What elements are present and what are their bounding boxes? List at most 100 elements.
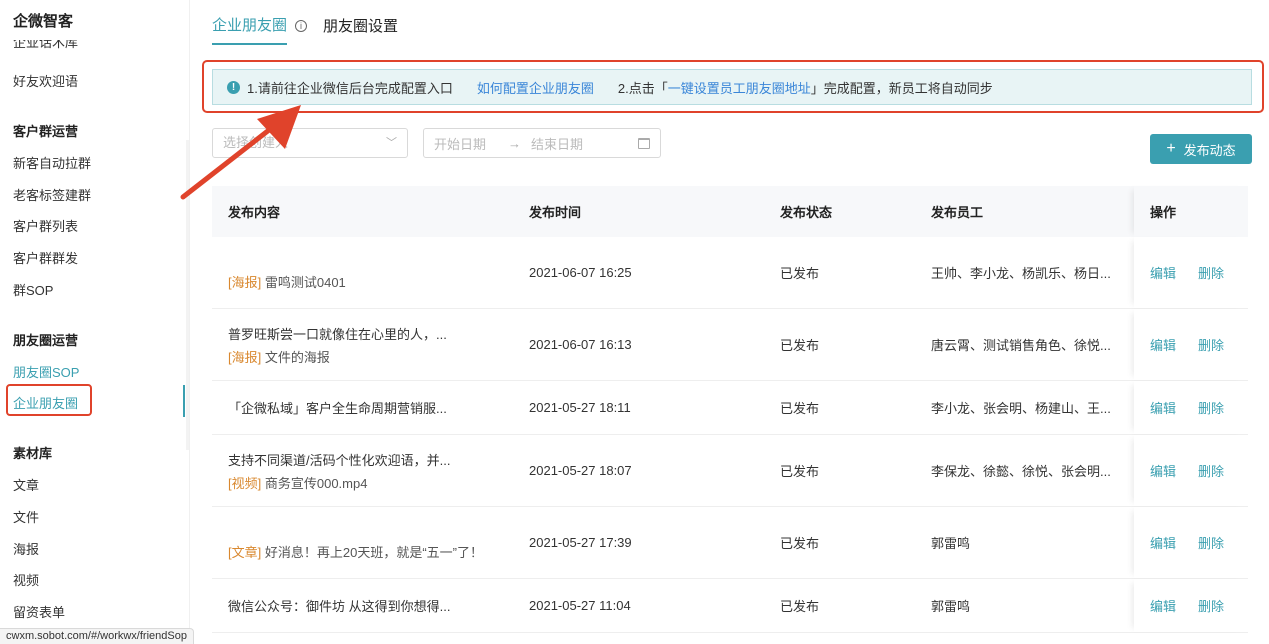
delete-button[interactable]: 删除 (1198, 461, 1224, 480)
table-row: [海报] 雷鸣测试0401 2021-06-07 16:25 已发布 王帅、李小龙、杨… (212, 237, 1248, 309)
publish-status: 已发布 (780, 338, 820, 353)
sidebar-item-posters[interactable]: 海报 (13, 539, 39, 558)
table-row: 普罗旺斯尝一口就像住在心里的人，... [海报] 文件的海报 2021-06-07 … (212, 309, 1248, 381)
post-attachment: 雷鸣测试0401 (264, 275, 346, 290)
sidebar-group-title: 客户群运营 (13, 124, 79, 139)
edit-button[interactable]: 编辑 (1150, 461, 1176, 480)
table-row: 「企微私域」客户全生命周期营销服... 2021-05-27 18:11 已发布 李小… (212, 381, 1248, 435)
column-header: 操作 (1134, 186, 1248, 237)
publish-staff: 郭雷鸣 (931, 536, 971, 551)
publish-time: 2021-06-07 16:25 (529, 265, 632, 280)
edit-button[interactable]: 编辑 (1150, 263, 1176, 282)
table-row: 支持不同渠道/活码个性化欢迎语，并... [视频] 商务宣传000.mp4 2021… (212, 435, 1248, 507)
start-date-input[interactable]: 开始日期 (434, 134, 486, 153)
edit-button[interactable]: 编辑 (1150, 398, 1176, 417)
sidebar-item-welcome[interactable]: 好友欢迎语 (13, 71, 78, 90)
sidebar-item-tag-group[interactable]: 老客标签建群 (13, 185, 91, 204)
sidebar-item-lead-forms[interactable]: 留资表单 (13, 602, 65, 621)
publish-staff: 李保龙、徐懿、徐悦、张会明... (931, 464, 1111, 479)
edit-button[interactable]: 编辑 (1150, 335, 1176, 354)
publish-staff: 唐云霄、测试销售角色、徐悦... (931, 338, 1111, 353)
info-icon[interactable]: i (295, 19, 308, 32)
row-actions: 编辑 删除 (1134, 579, 1248, 632)
sidebar-item-moments-sop[interactable]: 朋友圈SOP (13, 362, 79, 381)
end-date-input[interactable]: 结束日期 (531, 134, 583, 153)
publish-staff: 郭雷鸣 (931, 599, 971, 614)
active-indicator (183, 385, 185, 417)
publish-status: 已发布 (780, 401, 820, 416)
tab-enterprise-moments[interactable]: 企业朋友圈 (212, 14, 288, 45)
column-header: 发布内容 (228, 205, 281, 220)
table-row: [文章] 好消息！再上20天班，就是“五一”了！ 2021-05-27 17:39… (212, 507, 1248, 579)
delete-button[interactable]: 删除 (1198, 335, 1224, 354)
sidebar-item-videos[interactable]: 视频 (13, 570, 39, 589)
column-header: 发布状态 (780, 205, 833, 220)
post-content: [文章] 好消息！再上20天班，就是“五一”了！ (212, 524, 529, 561)
delete-button[interactable]: 删除 (1198, 398, 1224, 417)
post-content: 支持不同渠道/活码个性化欢迎语，并... [视频] 商务宣传000.mp4 (212, 450, 529, 492)
edit-button[interactable]: 编辑 (1150, 596, 1176, 615)
publish-post-button[interactable]: + 发布动态 (1150, 134, 1252, 164)
row-actions: 编辑 删除 (1134, 381, 1248, 434)
status-bar-url: cwxm.sobot.com/#/workwx/friendSop (0, 628, 194, 644)
sidebar-item-new-customer-group[interactable]: 新客自动拉群 (13, 153, 91, 172)
publish-status: 已发布 (780, 536, 820, 551)
column-header: 发布时间 (529, 205, 582, 220)
column-header: 发布员工 (931, 205, 984, 220)
publish-time: 2021-05-27 18:11 (529, 400, 631, 415)
calendar-icon (638, 137, 650, 149)
sidebar-item-group-broadcast[interactable]: 客户群群发 (13, 248, 78, 267)
row-actions: 编辑 删除 (1134, 507, 1248, 578)
publish-time: 2021-05-27 17:39 (529, 535, 632, 550)
brand-title: 企微智客 (13, 13, 74, 30)
post-type-tag: [视频] (228, 475, 262, 491)
publish-status: 已发布 (780, 464, 820, 479)
post-content: 「企微私域」客户全生命周期营销服... (212, 398, 529, 417)
sidebar: 企微智客 企业话术库 好友欢迎语 客户群运营 新客自动拉群 老客标签建群 客户群… (0, 0, 190, 644)
arrow-right-icon: → (508, 135, 522, 151)
publish-status: 已发布 (780, 266, 820, 281)
table-header: 发布内容 发布时间 发布状态 发布员工 操作 (212, 186, 1248, 237)
post-text: 微信公众号：御件坊 从这得到你想得... (228, 599, 451, 614)
delete-button[interactable]: 删除 (1198, 533, 1224, 552)
moments-table: 发布内容 发布时间 发布状态 发布员工 操作 [海报] 雷鸣测试0401 2021… (212, 186, 1248, 633)
sidebar-group-title: 素材库 (13, 446, 53, 461)
table-row: 微信公众号：御件坊 从这得到你想得... 2021-05-27 11:04 已发布 郭… (212, 579, 1248, 633)
post-attachment: 好消息！再上20天班，就是“五一”了！ (264, 545, 483, 560)
tab-moments-settings[interactable]: 朋友圈设置 (323, 15, 398, 44)
post-type-tag: [文章] (228, 545, 262, 560)
publish-post-label: 发布动态 (1183, 142, 1236, 158)
highlight-box (6, 384, 92, 416)
post-text: 支持不同渠道/活码个性化欢迎语，并... (228, 452, 451, 468)
post-attachment: 文件的海报 (264, 349, 330, 365)
row-actions: 编辑 删除 (1134, 435, 1248, 506)
publish-status: 已发布 (780, 599, 820, 614)
row-actions: 编辑 删除 (1134, 237, 1248, 308)
post-text: 「企微私域」客户全生命周期营销服... (228, 401, 447, 416)
delete-button[interactable]: 删除 (1198, 263, 1224, 282)
edit-button[interactable]: 编辑 (1150, 533, 1176, 552)
post-text: 普罗旺斯尝一口就像住在心里的人，... (228, 326, 447, 342)
publish-time: 2021-06-07 16:13 (529, 337, 632, 352)
sidebar-item-cut[interactable]: 企业话术库 (13, 40, 78, 52)
sidebar-item-group-sop[interactable]: 群SOP (13, 280, 53, 299)
sidebar-item-group-list[interactable]: 客户群列表 (13, 216, 78, 235)
row-actions: 编辑 删除 (1134, 309, 1248, 380)
post-attachment: 商务宣传000.mp4 (264, 475, 368, 491)
publish-time: 2021-05-27 11:04 (529, 598, 631, 613)
sidebar-item-files[interactable]: 文件 (13, 507, 39, 526)
delete-button[interactable]: 删除 (1198, 596, 1224, 615)
post-type-tag: [海报] (228, 349, 262, 365)
publish-staff: 王帅、李小龙、杨凯乐、杨日... (931, 266, 1111, 281)
chevron-down-icon: ﹀ (386, 137, 397, 149)
plus-icon: + (1166, 140, 1176, 157)
sidebar-item-articles[interactable]: 文章 (13, 475, 39, 494)
tab-bar: 企业朋友圈 i 朋友圈设置 (212, 14, 398, 45)
post-content: 微信公众号：御件坊 从这得到你想得... (212, 596, 529, 615)
post-content: [海报] 雷鸣测试0401 (212, 254, 529, 291)
publish-staff: 李小龙、张会明、杨建山、王... (931, 401, 1111, 416)
publish-time: 2021-05-27 18:07 (529, 463, 632, 478)
date-range-picker[interactable]: 开始日期 → 结束日期 (423, 128, 661, 158)
sidebar-group-title: 朋友圈运营 (13, 333, 79, 348)
highlight-box (202, 60, 1264, 113)
